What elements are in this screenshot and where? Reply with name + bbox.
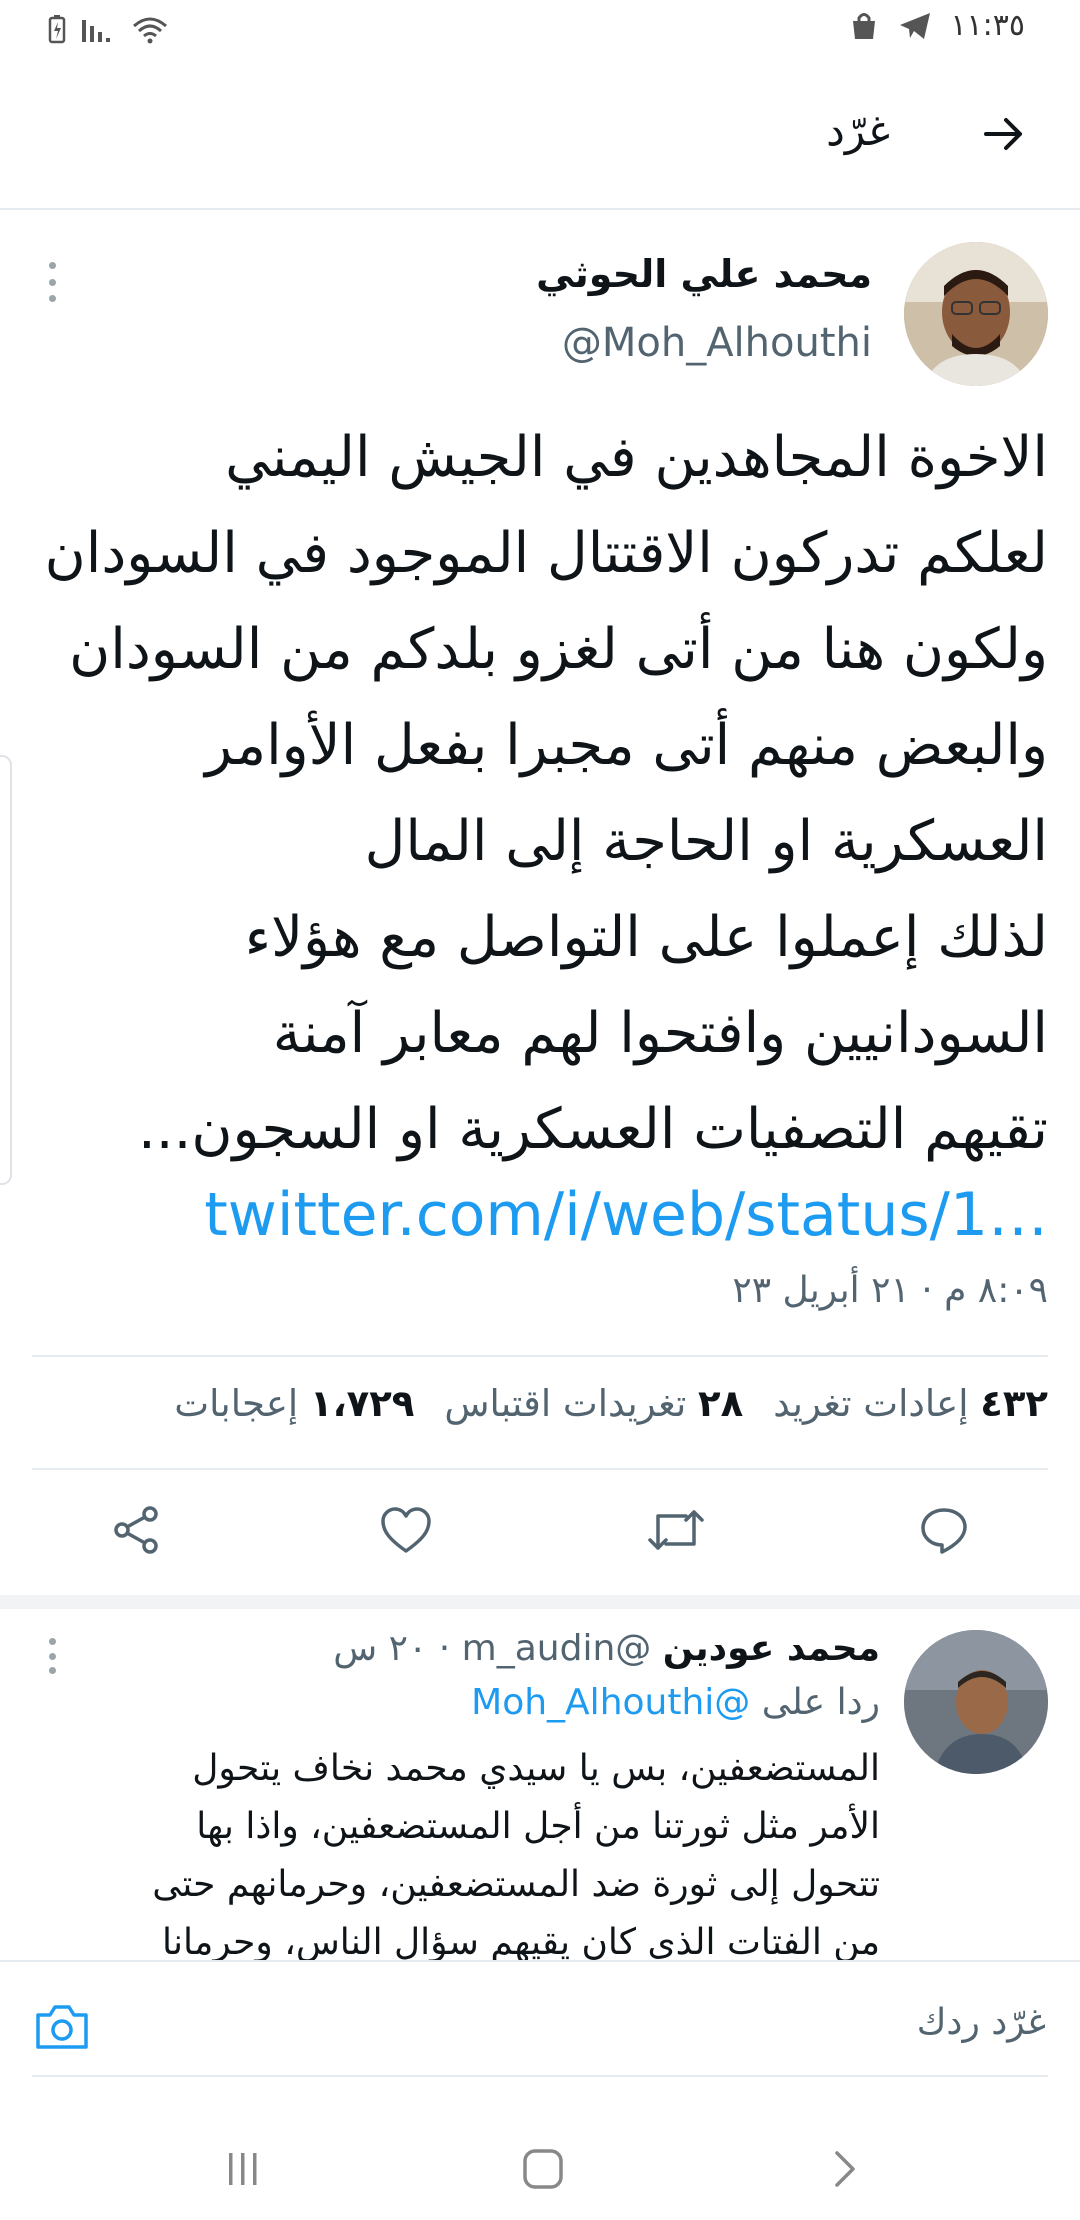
reply-text: المستضعفين، بس يا سيدي محمد نخاف يتحول ا… — [40, 1740, 880, 1972]
telegram-icon — [900, 12, 931, 39]
tweet-text-line: العسكرية او الحاجة إلى المال — [364, 809, 1048, 874]
back-nav-icon — [835, 2151, 855, 2187]
avatar[interactable] — [904, 242, 1048, 386]
more-vert-icon — [48, 262, 56, 269]
reply-text-line: المستضعفين، بس يا سيدي محمد نخاف يتحول — [192, 1748, 880, 1789]
share-icon — [114, 1506, 158, 1554]
like-icon — [381, 1507, 431, 1553]
tweet-timestamp: ٨:٠٩ م · ٢١ أبريل ٢٣ — [732, 1270, 1048, 1311]
app-header: غرّد — [0, 62, 1080, 210]
status-left-icons — [48, 14, 170, 44]
retweet-button[interactable] — [636, 1490, 716, 1570]
reply-to-line: ردا على @Moh_Alhouthi — [471, 1682, 880, 1723]
reply-display-name[interactable]: محمد عودين — [663, 1628, 880, 1669]
tweet-text: الاخوة المجاهدين في الجيش اليمني لعلكم ت… — [32, 410, 1048, 1178]
reply-separator: · — [438, 1628, 451, 1669]
status-right: ١١:٣٥ — [848, 8, 1025, 43]
reply-header: محمد عودين @m_audin · ٢٠ س — [333, 1628, 880, 1669]
reply-avatar-image — [904, 1630, 1048, 1774]
signal-icon — [82, 20, 110, 42]
reply-time: ٢٠ س — [333, 1628, 428, 1669]
page-title: غرّد — [826, 106, 890, 155]
tweet-text-line: ولكون هنا من أتى لغزو بلدكم من السودان — [69, 617, 1048, 682]
more-options-button[interactable] — [42, 262, 62, 302]
divider — [32, 1468, 1048, 1470]
edge-panel-handle[interactable] — [0, 755, 12, 1185]
tweet-stats: ٤٣٢ إعادات تغريد ٢٨ تغريدات اقتباس ١،٧٢٩ إ… — [174, 1382, 1048, 1425]
camera-icon — [36, 2005, 88, 2049]
reply-text-line: تتحول إلى ثورة ضد المستضعفين، وحرمانهم ح… — [152, 1864, 880, 1905]
section-divider — [0, 1595, 1080, 1609]
reply-text-line: الأمر مثل ثورتنا من أجل المستضعفين، واذا… — [196, 1806, 880, 1847]
reply-compose-bar[interactable]: غرّد ردك — [0, 1960, 1080, 2080]
home-button[interactable] — [518, 2144, 568, 2194]
like-button[interactable] — [366, 1490, 446, 1570]
arrow-right-icon — [984, 118, 1022, 150]
reply-button[interactable] — [904, 1490, 984, 1570]
tweet-text-line: السودانيين وافتحوا لهم معابر آمنة — [272, 1001, 1048, 1066]
back-button[interactable] — [972, 102, 1036, 166]
reply-to-label: ردا على — [761, 1682, 880, 1723]
android-nav-bar — [0, 2100, 1080, 2220]
home-icon — [523, 2149, 563, 2189]
likes-stat[interactable]: ١،٧٢٩ إعجابات — [174, 1382, 414, 1425]
retweet-icon — [648, 1510, 704, 1550]
tweet-text-line: والبعض منهم أتى مجبرا بفعل الأوامر — [205, 713, 1048, 778]
recent-apps-button[interactable] — [218, 2144, 268, 2194]
battery-icon — [48, 15, 66, 44]
reply-handle[interactable]: @m_audin — [462, 1628, 652, 1669]
wifi-icon — [133, 17, 167, 44]
tweet-text-line: الاخوة المجاهدين في الجيش اليمني — [225, 425, 1048, 490]
retweets-stat[interactable]: ٤٣٢ إعادات تغريد — [773, 1382, 1048, 1425]
reply-icon — [921, 1508, 967, 1554]
user-handle[interactable]: @Moh_Alhouthi — [562, 320, 872, 366]
reply-input[interactable]: غرّد ردك — [917, 2002, 1046, 2043]
reply-to-mention[interactable]: @Moh_Alhouthi — [471, 1682, 750, 1723]
tweet-text-line: لذلك إعملوا على التواصل مع هؤلاء — [244, 905, 1048, 970]
shopping-bag-icon — [853, 12, 876, 39]
status-time: ١١:٣٥ — [950, 8, 1025, 43]
quotes-stat[interactable]: ٢٨ تغريدات اقتباس — [444, 1382, 743, 1425]
more-vert-icon — [48, 1638, 56, 1645]
tweet-actions — [0, 1490, 1080, 1580]
recent-apps-icon — [229, 2153, 257, 2185]
divider — [32, 1355, 1048, 1357]
share-button[interactable] — [96, 1490, 176, 1570]
display-name[interactable]: محمد علي الحوثي — [536, 252, 872, 296]
reply-avatar[interactable] — [904, 1630, 1048, 1774]
tweet-text-line: تقيهم التصفيات العسكرية او السجون... — [138, 1097, 1048, 1162]
reply-more-options-button[interactable] — [42, 1638, 62, 1674]
status-bar: ١١:٣٥ — [0, 0, 1080, 62]
tweet-text-line: لعلكم تدركون الاقتتال الموجود في السودان — [44, 521, 1048, 586]
back-nav-button[interactable] — [820, 2144, 870, 2194]
camera-button[interactable] — [34, 1998, 90, 2054]
avatar-image — [904, 242, 1048, 386]
tweet-link[interactable]: twitter.com/i/web/status/1… — [204, 1180, 1048, 1250]
compose-divider — [32, 2075, 1048, 2077]
